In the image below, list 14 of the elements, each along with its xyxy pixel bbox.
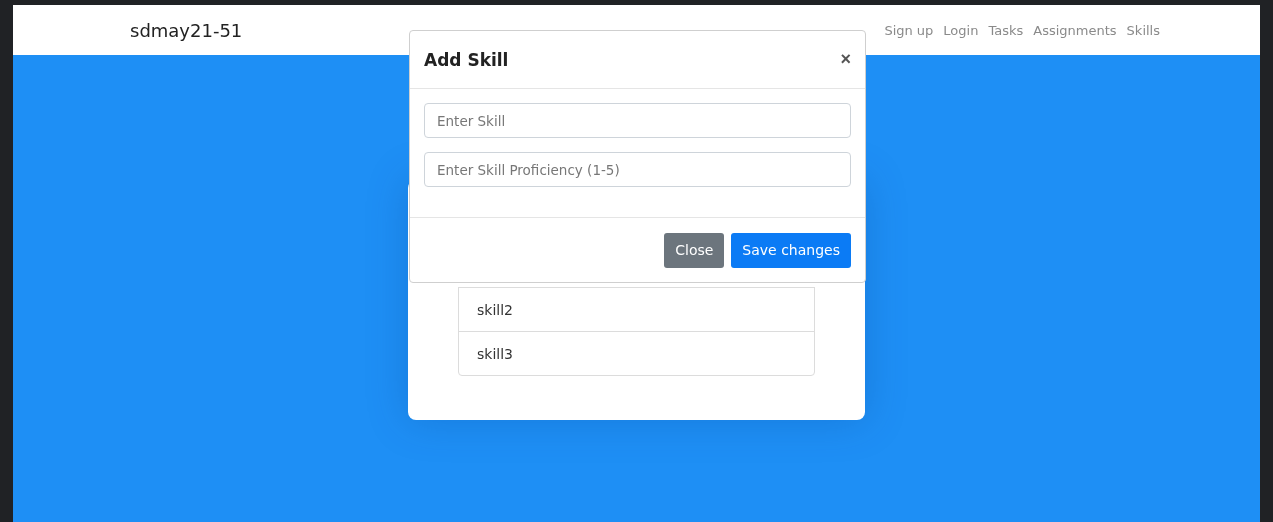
close-button[interactable]: ×: [840, 49, 851, 70]
nav-link[interactable]: Assignments: [1033, 22, 1117, 38]
nav-link[interactable]: Login: [943, 22, 979, 38]
brand-name: sdmay21-51: [130, 19, 243, 41]
nav-link[interactable]: Skills: [1126, 22, 1160, 38]
input-field[interactable]: Enter Skill Proficiency (1-5): [424, 152, 851, 187]
dialog-title: Add Skill: [424, 49, 509, 70]
save-button[interactable]: Save changes: [731, 232, 851, 268]
skill-item: skill3: [458, 331, 815, 376]
nav-link[interactable]: Tasks: [988, 22, 1024, 38]
close-button[interactable]: Close: [664, 232, 725, 268]
skill-item: skill2: [458, 287, 815, 332]
nav-link[interactable]: Sign up: [884, 22, 934, 38]
input-field[interactable]: Enter Skill: [424, 103, 851, 138]
